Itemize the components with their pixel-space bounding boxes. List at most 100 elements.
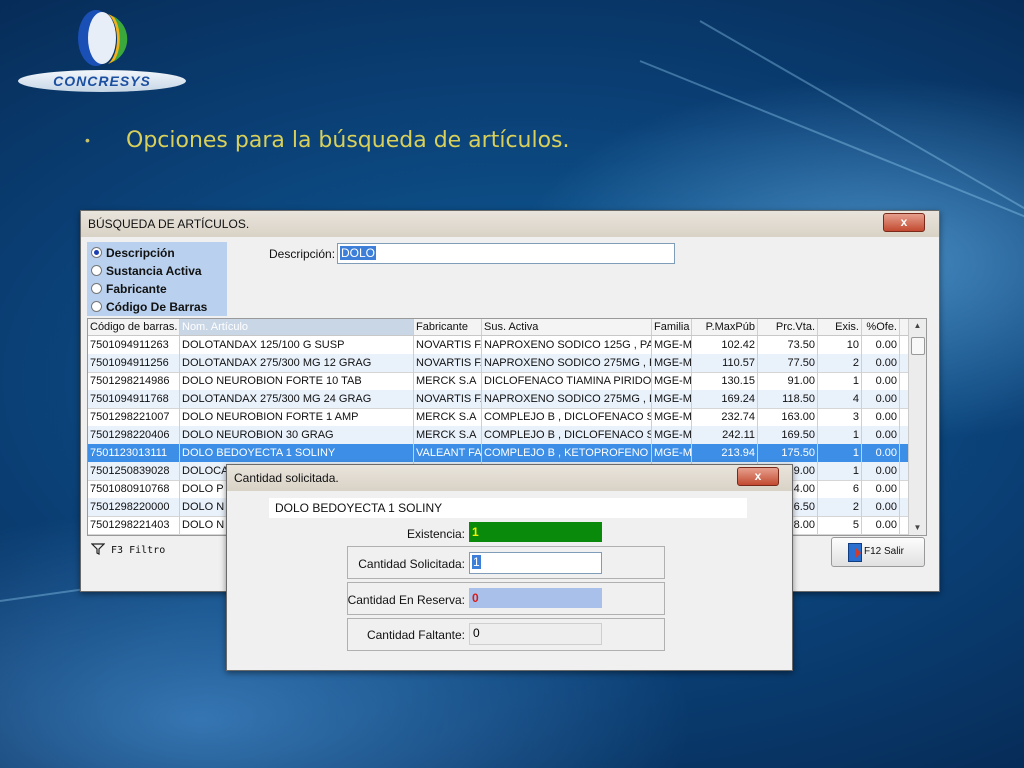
table-cell: 130.15 — [692, 372, 758, 390]
scroll-down-icon[interactable]: ▼ — [910, 521, 925, 535]
dialog-close-button[interactable]: x — [737, 467, 779, 486]
table-cell: 242.11 — [692, 426, 758, 444]
table-row[interactable]: 7501298221007 DOLO NEUROBION FORTE 1 AMP M… — [88, 408, 908, 427]
slide-title: Opciones para la búsqueda de artículos. — [126, 128, 570, 153]
table-cell: 118.50 — [758, 390, 818, 408]
table-cell: MGE-M — [652, 408, 692, 426]
table-row[interactable]: 7501123013111 DOLO BEDOYECTA 1 SOLINY VALE… — [88, 444, 908, 463]
table-cell: 7501094911263 — [88, 336, 180, 354]
table-cell: 0.00 — [862, 480, 900, 498]
table-cell: COMPLEJO B , KETOPROFENO — [482, 444, 652, 462]
table-cell: 0.00 — [862, 354, 900, 372]
table-cell: 4 — [818, 390, 862, 408]
cantidad-solicitada-input[interactable]: 1 — [469, 552, 602, 574]
logo-emblem-icon — [78, 10, 128, 66]
filter-button[interactable]: F3 Filtro — [90, 543, 165, 556]
column-header[interactable]: Sus. Activa — [482, 319, 652, 335]
table-cell: 7501094911768 — [88, 390, 180, 408]
search-mode-panel: Descripción Sustancia Activa Fabricante … — [87, 242, 227, 316]
column-header[interactable]: Nom. Artículo — [180, 319, 414, 335]
table-cell: 7501094911256 — [88, 354, 180, 372]
table-cell: NAPROXENO SODICO 275MG , PARACETAMOL — [482, 390, 652, 408]
exit-button[interactable]: F12 Salir — [831, 537, 925, 567]
column-header[interactable]: P.MaxPúb — [692, 319, 758, 335]
column-header[interactable]: %Ofe. — [862, 319, 900, 335]
concresys-logo: CONCRESYS — [18, 6, 188, 92]
table-cell: DOLOTANDAX 275/300 MG 24 GRAG — [180, 390, 414, 408]
table-cell: MGE-M — [652, 372, 692, 390]
table-row[interactable]: 7501094911768 DOLOTANDAX 275/300 MG 24 GR… — [88, 390, 908, 409]
table-cell: DOLOTANDAX 275/300 MG 12 GRAG — [180, 354, 414, 372]
table-cell: MGE-M — [652, 426, 692, 444]
faltante-value: 0 — [469, 623, 602, 645]
radio-icon — [91, 265, 102, 276]
description-input-value: DOLO — [340, 246, 377, 260]
table-cell: 0.00 — [862, 516, 900, 534]
table-cell: NAPROXENO SODICO 275MG , PARACETAMOL — [482, 354, 652, 372]
table-cell: 7501123013111 — [88, 444, 180, 462]
table-cell: 77.50 — [758, 354, 818, 372]
table-cell: 7501250839028 — [88, 462, 180, 480]
radio-sustancia-activa[interactable]: Sustancia Activa — [91, 264, 202, 278]
table-cell: 163.00 — [758, 408, 818, 426]
table-cell: MGE-M — [652, 336, 692, 354]
table-cell: 10 — [818, 336, 862, 354]
vertical-scrollbar[interactable]: ▲ ▼ — [908, 319, 926, 535]
table-cell: 1 — [818, 462, 862, 480]
table-cell: 1 — [818, 426, 862, 444]
close-button[interactable]: x — [883, 213, 925, 232]
table-cell: 232.74 — [692, 408, 758, 426]
slide-bullet: • — [85, 132, 90, 148]
table-cell: NOVARTIS FARMA — [414, 390, 482, 408]
window-title: BÚSQUEDA DE ARTÍCULOS. — [88, 217, 250, 231]
table-cell: DOLOTANDAX 125/100 G SUSP — [180, 336, 414, 354]
table-cell: 0.00 — [862, 498, 900, 516]
table-cell: MGE-M — [652, 354, 692, 372]
table-row[interactable]: 7501094911256 DOLOTANDAX 275/300 MG 12 GR… — [88, 354, 908, 373]
solicitada-label: Cantidad Solicitada: — [358, 557, 465, 571]
table-cell: NAPROXENO SODICO 125G , PARACETAMOL — [482, 336, 652, 354]
column-header[interactable]: Familia — [652, 319, 692, 335]
radio-codigo-barras[interactable]: Código De Barras — [91, 300, 207, 314]
quantity-dialog: Cantidad solicitada. x DOLO BEDOYECTA 1 … — [226, 464, 793, 671]
product-name-box: DOLO BEDOYECTA 1 SOLINY — [269, 498, 747, 518]
radio-fabricante[interactable]: Fabricante — [91, 282, 167, 296]
radio-selected-icon — [91, 247, 102, 258]
table-cell: DOLO NEUROBION FORTE 1 AMP — [180, 408, 414, 426]
table-cell: MGE-M — [652, 390, 692, 408]
table-row[interactable]: 7501094911263 DOLOTANDAX 125/100 G SUSP NO… — [88, 336, 908, 355]
existencia-value: 1 — [469, 522, 602, 542]
scroll-up-icon[interactable]: ▲ — [910, 319, 925, 333]
table-cell: 7501298214986 — [88, 372, 180, 390]
table-cell: 7501298221403 — [88, 516, 180, 534]
radio-icon — [91, 283, 102, 294]
table-cell: 110.57 — [692, 354, 758, 372]
radio-descripcion[interactable]: Descripción — [91, 246, 175, 260]
table-cell: 0.00 — [862, 372, 900, 390]
dialog-title: Cantidad solicitada. — [234, 471, 339, 485]
table-cell: COMPLEJO B , DICLOFENACO SODICO — [482, 408, 652, 426]
description-label: Descripción: — [269, 247, 336, 261]
table-cell: 7501080910768 — [88, 480, 180, 498]
column-header[interactable]: Código de barras. — [88, 319, 180, 335]
window-titlebar: BÚSQUEDA DE ARTÍCULOS. x — [81, 211, 939, 237]
column-header[interactable]: Fabricante — [414, 319, 482, 335]
table-cell: 7501298220000 — [88, 498, 180, 516]
column-header[interactable]: Exis. — [818, 319, 862, 335]
table-row[interactable]: 7501298220406 DOLO NEUROBION 30 GRAG MERCK… — [88, 426, 908, 445]
table-cell: VALEANT FARMA — [414, 444, 482, 462]
column-header[interactable]: Prc.Vta. — [758, 319, 818, 335]
table-cell: MERCK S.A — [414, 372, 482, 390]
table-cell: 7501298220406 — [88, 426, 180, 444]
scroll-thumb[interactable] — [911, 337, 925, 355]
table-cell: NOVARTIS FARMA — [414, 336, 482, 354]
faltante-label: Cantidad Faltante: — [366, 628, 465, 642]
description-input[interactable]: DOLO — [337, 243, 675, 264]
table-cell: NOVARTIS FARMA — [414, 354, 482, 372]
existencia-label: Existencia: — [406, 527, 465, 541]
table-cell: 0.00 — [862, 336, 900, 354]
table-cell: DOLO NEUROBION FORTE 10 TAB — [180, 372, 414, 390]
table-row[interactable]: 7501298214986 DOLO NEUROBION FORTE 10 TAB… — [88, 372, 908, 391]
table-cell: 2 — [818, 354, 862, 372]
table-cell: 7501298221007 — [88, 408, 180, 426]
